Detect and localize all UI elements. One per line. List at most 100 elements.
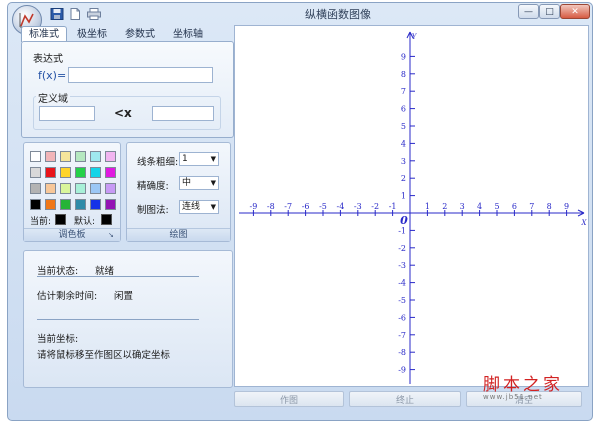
y-tick-label: 2	[401, 174, 406, 183]
color-swatch[interactable]	[30, 199, 41, 210]
watermark-url: www.jb51.net	[483, 393, 543, 401]
color-swatch[interactable]	[60, 151, 71, 162]
y-tick-label: -2	[398, 244, 406, 253]
current-color-swatch[interactable]	[55, 214, 66, 225]
y-tick-label: 8	[401, 70, 406, 79]
color-swatch[interactable]	[30, 151, 41, 162]
y-tick-label: -1	[398, 226, 406, 235]
tab-polar[interactable]: 极坐标	[69, 26, 115, 42]
palette-caption: 调色板	[24, 228, 120, 241]
divider	[37, 319, 199, 320]
coordinate-label: 当前坐标:	[37, 334, 79, 345]
coordinate-hint: 请将鼠标移至作图区以确定坐标	[37, 350, 171, 361]
expression-panel: 表达式 f(x)= 定义域 <x	[21, 41, 234, 138]
x-tick-label: -8	[267, 202, 275, 211]
tab-standard[interactable]: 标准式	[21, 26, 67, 42]
plot-area[interactable]: X Y 0 -9 -8 -7 -6 -5 -4 -3 -2 -1 1 2 3 4 5 6 7 8 9 9 8 7 6 5 4 3 2 1-…	[234, 25, 589, 387]
color-swatch[interactable]	[75, 167, 86, 178]
x-tick-label: -2	[371, 202, 379, 211]
color-swatch[interactable]	[45, 183, 56, 194]
tab-parametric[interactable]: 参数式	[117, 26, 163, 42]
stop-button[interactable]: 终止	[349, 391, 461, 407]
y-tick-label: 1	[401, 192, 406, 201]
domain-min-input[interactable]	[39, 106, 95, 121]
color-swatch[interactable]	[90, 151, 101, 162]
chevron-down-icon: ▼	[210, 155, 216, 163]
line-width-select[interactable]: 1 ▼	[179, 152, 219, 166]
y-tick-label: -5	[398, 296, 406, 305]
precision-select[interactable]: 中 ▼	[179, 176, 219, 190]
color-swatch[interactable]	[30, 183, 41, 194]
line-width-value: 1	[182, 154, 188, 164]
method-select[interactable]: 连线 ▼	[179, 200, 219, 214]
maximize-button[interactable]: □	[539, 4, 560, 19]
y-tick-label: -4	[398, 279, 406, 288]
color-swatch[interactable]	[105, 199, 116, 210]
color-swatch[interactable]	[45, 199, 56, 210]
color-swatch[interactable]	[105, 151, 116, 162]
chevron-down-icon: ▼	[210, 203, 216, 211]
app-window: 纵横函数图像 — □ ✕ 标准式 极坐标 参数式 坐标轴 表达式 f(x)= 定…	[7, 2, 593, 421]
expression-input[interactable]	[68, 67, 213, 83]
default-color-swatch[interactable]	[101, 214, 112, 225]
origin-label: 0	[400, 214, 408, 227]
color-swatch[interactable]	[45, 151, 56, 162]
fx-label: f(x)=	[38, 69, 67, 82]
y-tick-label: 3	[401, 157, 406, 166]
watermark-text: 脚本之家	[483, 375, 563, 395]
y-tick-label: 7	[401, 87, 406, 96]
close-icon: ✕	[571, 6, 579, 17]
precision-value: 中	[182, 178, 192, 188]
color-swatch[interactable]	[75, 199, 86, 210]
x-tick-label: -9	[250, 202, 258, 211]
print-icon[interactable]	[87, 8, 101, 20]
color-swatch[interactable]	[90, 167, 101, 178]
remaining-time-value: 闲置	[114, 291, 134, 302]
y-tick-label: -3	[398, 261, 406, 270]
remaining-time-label: 估计剩余时间:	[37, 291, 98, 302]
precision-label: 精确度:	[137, 181, 169, 192]
save-icon[interactable]	[50, 8, 64, 20]
x-tick-label: -4	[337, 202, 345, 211]
divider	[37, 276, 199, 277]
window-title: 纵横函数图像	[305, 8, 371, 21]
color-swatch[interactable]	[60, 183, 71, 194]
y-tick-label: -8	[398, 348, 406, 357]
x-tick-label: -6	[302, 202, 310, 211]
domain-max-input[interactable]	[152, 106, 214, 121]
color-swatch[interactable]	[105, 183, 116, 194]
plot-button[interactable]: 作图	[234, 391, 344, 407]
x-tick-label: 7	[529, 202, 534, 211]
minimize-icon: —	[524, 6, 533, 17]
y-tick-label: 6	[401, 105, 406, 114]
domain-group-title: 定义域	[36, 90, 70, 105]
x-tick-label: -7	[284, 202, 292, 211]
tab-axes[interactable]: 坐标轴	[165, 26, 211, 42]
color-swatch[interactable]	[75, 151, 86, 162]
y-tick-label: -9	[398, 366, 406, 375]
x-tick-label: 2	[442, 202, 447, 211]
draw-settings-group: 线条粗细: 1 ▼ 精确度: 中 ▼ 制图法: 连线 ▼ 绘图	[126, 142, 231, 242]
color-swatch[interactable]	[105, 167, 116, 178]
x-tick-label: -5	[319, 202, 327, 211]
dialog-launcher-icon[interactable]: ↘	[108, 231, 116, 239]
color-swatch[interactable]	[30, 167, 41, 178]
site-watermark: 脚本之家 www.jb51.net	[483, 370, 578, 402]
line-width-label: 线条粗细:	[137, 157, 179, 168]
x-tick-label: 6	[512, 202, 517, 211]
y-tick-label: -7	[398, 331, 406, 340]
x-tick-label: 5	[494, 202, 499, 211]
color-swatch[interactable]	[75, 183, 86, 194]
color-swatch[interactable]	[90, 199, 101, 210]
close-button[interactable]: ✕	[560, 4, 590, 19]
color-swatch[interactable]	[60, 167, 71, 178]
color-swatch[interactable]	[60, 199, 71, 210]
color-swatch[interactable]	[45, 167, 56, 178]
y-tick-label: 4	[401, 139, 406, 148]
new-file-icon[interactable]	[68, 8, 82, 20]
color-swatch[interactable]	[90, 183, 101, 194]
y-tick-label: -6	[398, 313, 406, 322]
minimize-button[interactable]: —	[518, 4, 539, 19]
default-color-label: 默认:	[74, 217, 96, 227]
draw-caption: 绘图	[127, 228, 230, 241]
